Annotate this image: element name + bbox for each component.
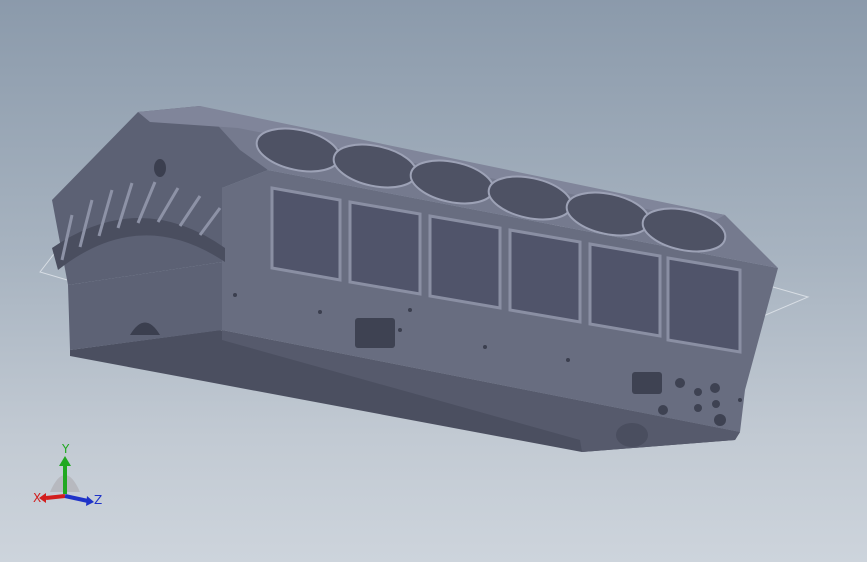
triad-x-axis xyxy=(45,494,66,500)
triad-z-axis xyxy=(64,494,89,503)
graphics-viewport[interactable]: Y X Z xyxy=(0,0,867,562)
coordinate-triad: Y X Z xyxy=(33,442,102,507)
triad-y-arrow xyxy=(59,456,71,466)
rear-boss xyxy=(616,423,648,447)
front-oil-hole xyxy=(154,159,166,177)
triad-z-label: Z xyxy=(94,493,102,507)
engine-block-model[interactable] xyxy=(0,0,867,562)
triad-z-arrow xyxy=(86,496,94,506)
triad-y-label: Y xyxy=(61,442,70,456)
triad-x-label: X xyxy=(33,491,41,505)
